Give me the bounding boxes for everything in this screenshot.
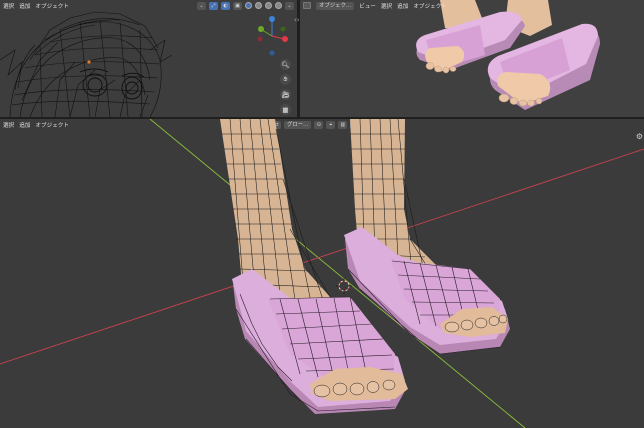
overlay-toggle-icon[interactable]: ◐	[221, 1, 230, 10]
viewport-top-left[interactable]: 選択 追加 オブジェクト ⌄ ⤢ ◐ ▣ ⌄ 🔍︎ ✋︎ 🎥︎ ▦	[0, 0, 297, 117]
gizmo-toggle-icon[interactable]: ⤢	[209, 1, 218, 10]
viewport-header-top-right: オブジェク... ビュー 選択 追加 オブジェクト	[300, 0, 644, 11]
menu-object[interactable]: オブジェクト	[35, 2, 69, 10]
gizmo-x-axis[interactable]	[282, 36, 288, 42]
3d-cursor-icon[interactable]	[336, 278, 352, 294]
mode-dropdown[interactable]: オブジェク...	[316, 1, 355, 10]
menu-add[interactable]: 追加	[19, 2, 30, 10]
viewport-main[interactable]: 選択 追加 オブジェクト ⇄ グロー... ⊙ ⌖ ▥ ◉ ∧ ⚙	[0, 119, 644, 428]
viewport-header-top-left: 選択 追加 オブジェクト ⌄ ⤢ ◐ ▣ ⌄	[0, 0, 297, 11]
hand-pan-icon[interactable]: ✋︎	[280, 74, 291, 85]
rendered-shading-icon[interactable]	[275, 2, 282, 9]
menu-object[interactable]: オブジェクト	[35, 121, 69, 129]
navigation-gizmo[interactable]	[0, 0, 297, 117]
gizmo-z-axis[interactable]	[269, 16, 275, 22]
menu-object[interactable]: オブジェクト	[413, 2, 447, 10]
menu-add[interactable]: 追加	[397, 2, 408, 10]
viewport-top-right[interactable]: オブジェク... ビュー 選択 追加 オブジェクト	[300, 0, 644, 117]
shading-options-icon[interactable]: ⌄	[285, 1, 294, 10]
solid-shading-icon[interactable]	[255, 2, 262, 9]
material-shading-icon[interactable]	[265, 2, 272, 9]
menu-select[interactable]: 選択	[3, 121, 14, 129]
camera-icon[interactable]: 🎥︎	[280, 89, 291, 100]
menu-add[interactable]: 追加	[19, 121, 30, 129]
grid-view-icon[interactable]: ▦	[280, 104, 291, 115]
viewport-header-main: 選択 追加 オブジェクト	[0, 119, 644, 130]
zoom-icon[interactable]: 🔍︎	[280, 59, 291, 70]
editor-type-icon[interactable]	[303, 2, 311, 9]
menu-select[interactable]: 選択	[381, 2, 392, 10]
split-arrows-icon[interactable]: ‹›	[294, 16, 300, 24]
wireframe-shading-icon[interactable]	[245, 2, 252, 9]
gizmo-y-axis[interactable]	[258, 26, 264, 32]
xray-toggle-icon[interactable]: ▣	[233, 1, 242, 10]
visibility-icon[interactable]: ⌄	[197, 1, 206, 10]
menu-select[interactable]: 選択	[3, 2, 14, 10]
feet-edit-mesh	[0, 119, 644, 428]
rendered-feet-preview	[416, 0, 600, 110]
nav-buttons: 🔍︎ ✋︎ 🎥︎ ▦	[280, 59, 291, 115]
viewport-display-controls: ⌄ ⤢ ◐ ▣ ⌄	[197, 1, 294, 10]
menu-view[interactable]: ビュー	[359, 2, 376, 10]
